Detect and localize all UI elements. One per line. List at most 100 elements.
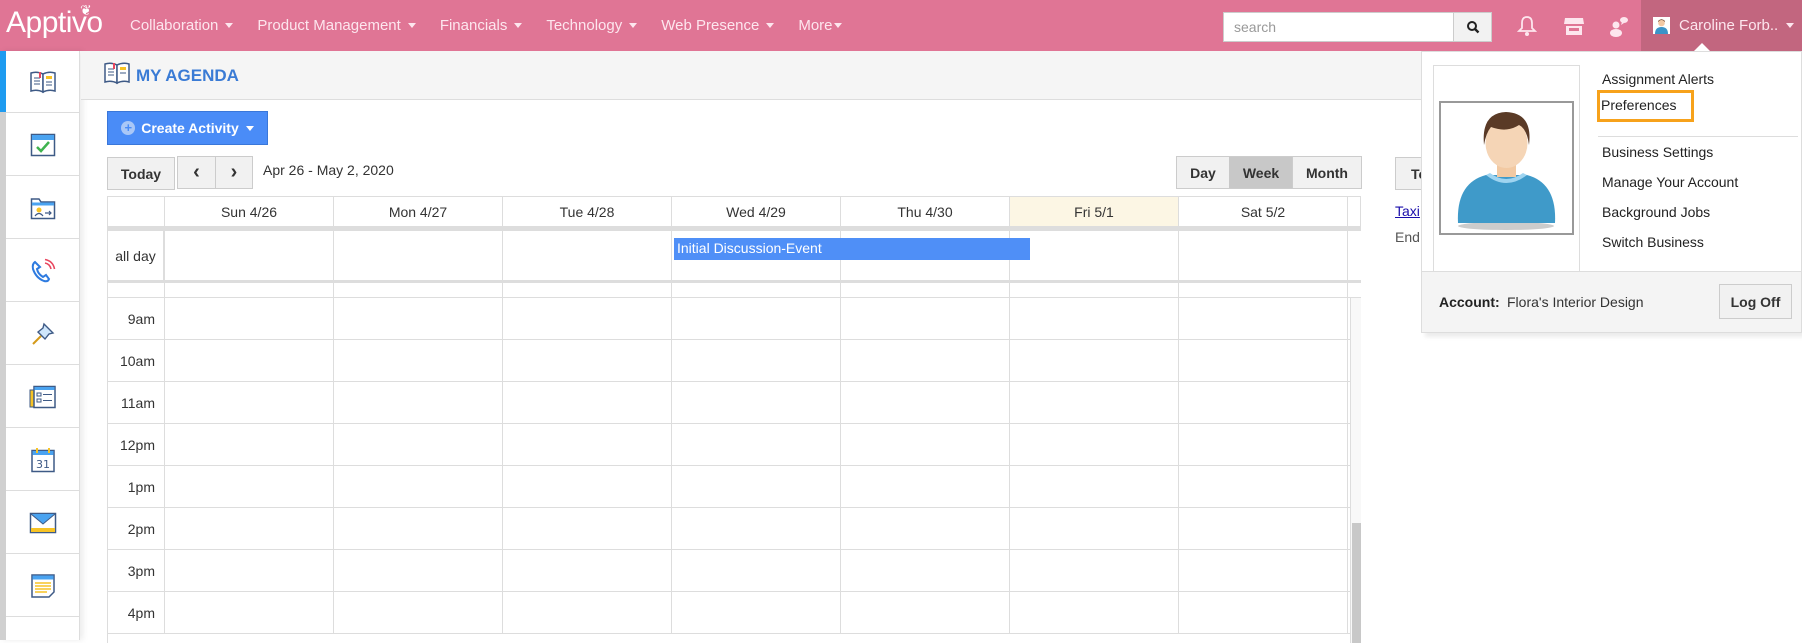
time-slot[interactable] <box>1179 466 1348 507</box>
search-button[interactable] <box>1454 12 1492 42</box>
time-slot[interactable] <box>1010 466 1179 507</box>
time-slot[interactable] <box>841 340 1010 381</box>
time-slot[interactable] <box>503 550 672 591</box>
create-activity-button[interactable]: + Create Activity <box>107 111 268 145</box>
time-slot[interactable] <box>165 424 334 465</box>
time-slot[interactable] <box>841 550 1010 591</box>
nav-financials[interactable]: Financials <box>440 17 523 34</box>
today-button[interactable]: Today <box>107 157 175 190</box>
view-week-button[interactable]: Week <box>1229 156 1293 189</box>
time-slot[interactable] <box>334 382 503 423</box>
prev-week-button[interactable]: ‹ <box>177 156 216 189</box>
activity-link[interactable]: Taxi <box>1395 203 1420 219</box>
all-day-cell[interactable] <box>334 231 503 280</box>
day-header[interactable]: Tue 4/28 <box>503 197 672 226</box>
time-slot[interactable] <box>1010 382 1179 423</box>
sidebar-item-calls[interactable] <box>6 240 79 302</box>
nav-technology[interactable]: Technology <box>546 17 638 34</box>
time-slot[interactable] <box>334 283 503 297</box>
nav-more[interactable]: More <box>798 17 842 34</box>
time-slot[interactable] <box>165 340 334 381</box>
sidebar-item-tasks[interactable] <box>6 114 79 176</box>
time-slot[interactable] <box>672 424 841 465</box>
sidebar-item-forms[interactable] <box>6 366 79 428</box>
time-slot[interactable] <box>1010 550 1179 591</box>
time-slot[interactable] <box>503 382 672 423</box>
time-slot[interactable] <box>334 298 503 339</box>
time-slot[interactable] <box>841 592 1010 633</box>
time-slot[interactable] <box>841 382 1010 423</box>
store-button[interactable] <box>1562 14 1586 38</box>
next-week-button[interactable]: › <box>215 156 253 189</box>
time-slot[interactable] <box>841 508 1010 549</box>
calendar-event[interactable]: Initial Discussion-Event <box>674 238 1030 260</box>
time-slot[interactable] <box>672 298 841 339</box>
chat-users-button[interactable] <box>1607 14 1631 38</box>
search-input[interactable] <box>1223 12 1454 42</box>
nav-product-management[interactable]: Product Management <box>257 17 416 34</box>
time-slot[interactable] <box>1179 340 1348 381</box>
apptivo-logo[interactable]: Apptivo ❦ <box>6 2 103 40</box>
time-slot[interactable] <box>334 424 503 465</box>
all-day-cell[interactable] <box>503 231 672 280</box>
time-slot[interactable] <box>165 592 334 633</box>
menu-background-jobs[interactable]: Background Jobs <box>1602 204 1710 220</box>
day-header[interactable]: Sat 5/2 <box>1179 197 1348 226</box>
time-slot[interactable] <box>334 508 503 549</box>
time-slot[interactable] <box>165 283 334 297</box>
time-slot[interactable] <box>1179 424 1348 465</box>
view-month-button[interactable]: Month <box>1292 156 1362 189</box>
time-slot[interactable] <box>334 592 503 633</box>
time-slot[interactable] <box>672 340 841 381</box>
time-slot[interactable] <box>1010 283 1179 297</box>
time-slot[interactable] <box>503 466 672 507</box>
day-header[interactable]: Thu 4/30 <box>841 197 1010 226</box>
time-slot[interactable] <box>165 550 334 591</box>
profile-photo[interactable] <box>1439 101 1574 235</box>
time-slot[interactable] <box>503 283 672 297</box>
time-slot[interactable] <box>841 466 1010 507</box>
menu-switch-business[interactable]: Switch Business <box>1602 234 1704 250</box>
time-slot[interactable] <box>1010 424 1179 465</box>
all-day-cell[interactable] <box>1010 231 1179 280</box>
time-slot[interactable] <box>841 283 1010 297</box>
nav-collaboration[interactable]: Collaboration <box>130 17 234 34</box>
day-header[interactable]: Mon 4/27 <box>334 197 503 226</box>
time-slot[interactable] <box>1179 298 1348 339</box>
time-slot[interactable] <box>672 466 841 507</box>
time-slot[interactable] <box>1010 508 1179 549</box>
menu-manage-account[interactable]: Manage Your Account <box>1602 174 1738 190</box>
time-slot[interactable] <box>1179 283 1348 297</box>
time-slot[interactable] <box>672 592 841 633</box>
time-slot[interactable] <box>841 298 1010 339</box>
user-menu-button[interactable]: Caroline Forb.. <box>1641 0 1802 51</box>
all-day-cell[interactable] <box>1179 231 1348 280</box>
time-slot[interactable] <box>503 508 672 549</box>
all-day-cell[interactable] <box>165 231 334 280</box>
time-slot[interactable] <box>503 298 672 339</box>
time-slot[interactable] <box>1010 340 1179 381</box>
time-slot[interactable] <box>1179 550 1348 591</box>
time-slot[interactable] <box>1010 592 1179 633</box>
time-slot[interactable] <box>165 382 334 423</box>
sidebar-item-pins[interactable] <box>6 303 79 365</box>
time-slot[interactable] <box>1179 592 1348 633</box>
time-slot[interactable] <box>503 424 672 465</box>
time-slot[interactable] <box>672 283 841 297</box>
time-slot[interactable] <box>334 340 503 381</box>
day-header-today[interactable]: Fri 5/1 <box>1010 197 1179 226</box>
time-slot[interactable] <box>503 340 672 381</box>
day-header[interactable]: Wed 4/29 <box>672 197 841 226</box>
scrollbar-thumb[interactable] <box>1352 523 1361 643</box>
time-slot[interactable] <box>672 550 841 591</box>
menu-business-settings[interactable]: Business Settings <box>1602 144 1713 160</box>
time-slot[interactable] <box>841 424 1010 465</box>
time-slot[interactable] <box>165 508 334 549</box>
time-slot[interactable] <box>1010 298 1179 339</box>
sidebar-item-notes[interactable] <box>6 555 79 617</box>
menu-assignment-alerts[interactable]: Assignment Alerts <box>1602 71 1714 87</box>
time-slot[interactable] <box>1179 382 1348 423</box>
sidebar-item-contacts[interactable] <box>6 177 79 239</box>
log-off-button[interactable]: Log Off <box>1719 284 1792 319</box>
time-slot[interactable] <box>165 298 334 339</box>
